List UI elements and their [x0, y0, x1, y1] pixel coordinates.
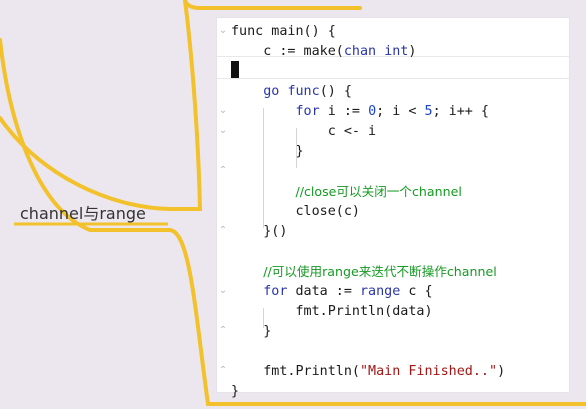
current-line-bottom-rule [217, 78, 569, 79]
text-cursor [231, 61, 239, 78]
code-line[interactable]: func main() { [231, 22, 336, 42]
code-line[interactable]: c <- i [231, 122, 376, 142]
code-comment: //close可以关闭一个channel [295, 184, 462, 199]
code-keyword: int [384, 44, 409, 59]
code-line[interactable]: c := make(chan int) [231, 42, 416, 62]
code-token: fmt.Println( [231, 364, 360, 379]
code-token: } [231, 324, 272, 339]
code-token: i := [319, 104, 369, 119]
indent-guide [296, 128, 297, 168]
code-token: c <- i [231, 124, 377, 139]
code-number: 0 [368, 104, 377, 119]
code-token: fmt.Println(data) [231, 304, 433, 319]
code-token: ; i < [376, 104, 425, 119]
code-token: c := make( [231, 44, 344, 59]
code-line[interactable]: close(c) [231, 202, 360, 222]
fold-chevron-icon[interactable]: ⌄ [218, 126, 228, 136]
fold-chevron-icon[interactable]: ⌄ [218, 106, 228, 116]
code-token: ) [408, 44, 417, 59]
fold-chevron-icon[interactable]: ⌄ [218, 26, 228, 36]
fold-chevron-icon[interactable]: ⌃ [218, 366, 228, 376]
code-keyword: for [295, 104, 320, 119]
code-token: close(c) [231, 204, 360, 219]
code-token: }() [231, 224, 288, 239]
mindmap-branch-top [183, 0, 362, 10]
indent-guide [263, 308, 264, 328]
code-line[interactable]: go func() { [231, 82, 352, 102]
fold-chevron-icon[interactable]: ⌃ [218, 166, 228, 176]
code-keyword: go [263, 84, 280, 99]
code-comment: //可以使用range来迭代不断操作channel [263, 264, 497, 279]
code-number: 5 [424, 104, 433, 119]
code-keyword: func [287, 84, 320, 99]
code-line[interactable]: //可以使用range来迭代不断操作channel [231, 262, 497, 282]
code-token: ) [497, 364, 506, 379]
code-token: func main() { [231, 24, 336, 39]
code-editor-card[interactable]: func main() { c := make(chan int) go fun… [217, 18, 569, 399]
code-line[interactable]: } [231, 382, 239, 402]
mindmap-branch-upper [0, 0, 203, 211]
code-token: ; i++ { [432, 104, 489, 119]
code-token: data := [287, 284, 360, 299]
code-token: } [231, 144, 304, 159]
fold-chevron-icon[interactable]: ⌃ [218, 226, 228, 236]
code-token: c { [400, 284, 433, 299]
code-string: "Main Finished.." [360, 364, 498, 379]
fold-chevron-icon[interactable]: ⌃ [218, 326, 228, 336]
code-line[interactable]: } [231, 142, 304, 162]
code-line[interactable]: }() [231, 222, 287, 242]
code-line[interactable]: fmt.Println("Main Finished..") [231, 362, 505, 382]
code-line[interactable]: fmt.Println(data) [231, 302, 433, 322]
code-line[interactable]: } [231, 322, 271, 342]
indent-guide [263, 108, 264, 228]
code-keyword: range [360, 284, 401, 299]
code-token: } [231, 384, 240, 399]
mindmap-node-channel-range[interactable]: channel与range [20, 200, 146, 224]
fold-chevron-icon[interactable]: ⌄ [218, 286, 228, 296]
code-line[interactable]: //close可以关闭一个channel [231, 182, 462, 202]
code-keyword: chan [343, 44, 377, 59]
code-keyword: for [263, 284, 288, 299]
code-line[interactable]: for data := range c { [231, 282, 433, 302]
code-line[interactable]: for i := 0; i < 5; i++ { [231, 102, 490, 122]
code-token: () { [319, 84, 352, 99]
